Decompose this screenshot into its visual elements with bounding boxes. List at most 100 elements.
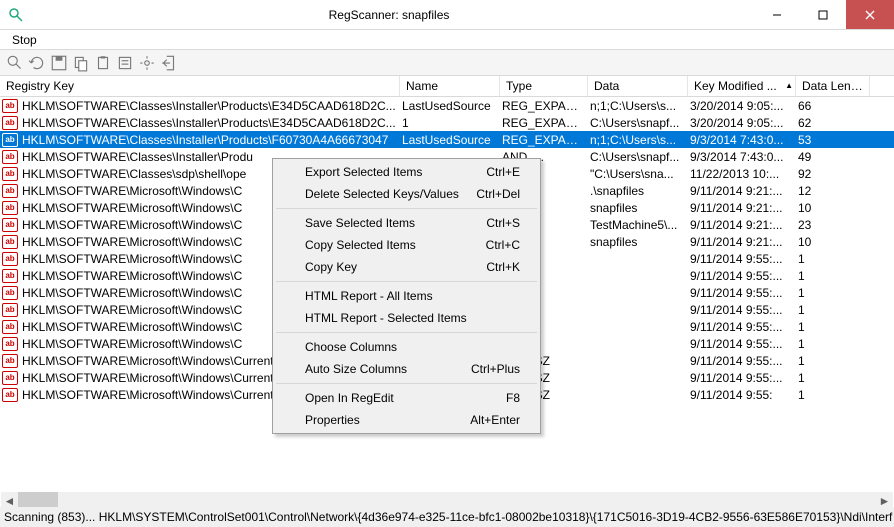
close-button[interactable] (846, 0, 894, 29)
cell-modified: 9/11/2014 9:21:... (688, 235, 796, 249)
col-header-name[interactable]: Name (400, 76, 500, 96)
string-value-icon: ab (2, 184, 18, 198)
refresh-icon[interactable] (28, 54, 46, 72)
context-menu-label: Save Selected Items (305, 216, 415, 230)
string-value-icon: ab (2, 371, 18, 385)
context-menu-item[interactable]: Save Selected Items Ctrl+S (275, 212, 538, 234)
cell-modified: 9/3/2014 7:43:0... (688, 150, 796, 164)
context-menu-label: HTML Report - All Items (305, 289, 433, 303)
cell-data: snapfiles (588, 235, 688, 249)
context-menu-shortcut: Alt+Enter (470, 413, 520, 427)
context-menu-separator (276, 281, 537, 282)
cell-modified: 3/20/2014 9:05:... (688, 99, 796, 113)
table-row[interactable]: abHKLM\SOFTWARE\Classes\Installer\Produc… (0, 97, 894, 114)
col-header-key[interactable]: Registry Key (0, 76, 400, 96)
context-menu-item[interactable]: Copy Selected Items Ctrl+C (275, 234, 538, 256)
cell-modified: 11/22/2013 10:... (688, 167, 796, 181)
context-menu-item[interactable]: HTML Report - Selected Items (275, 307, 538, 329)
cell-modified: 9/11/2014 9:55:... (688, 354, 796, 368)
cell-modified: 9/11/2014 9:55:... (688, 337, 796, 351)
context-menu-item[interactable]: Open In RegEdit F8 (275, 387, 538, 409)
string-value-icon: ab (2, 303, 18, 317)
context-menu-item[interactable]: Choose Columns (275, 336, 538, 358)
string-value-icon: ab (2, 269, 18, 283)
cell-length: 66 (796, 99, 870, 113)
string-value-icon: ab (2, 252, 18, 266)
col-header-length[interactable]: Data Length (796, 76, 870, 96)
col-header-type[interactable]: Type (500, 76, 588, 96)
menu-stop[interactable]: Stop (6, 31, 43, 49)
context-menu-shortcut: Ctrl+E (486, 165, 520, 179)
string-value-icon: ab (2, 320, 18, 334)
toolbar (0, 50, 894, 76)
tool-icon-1[interactable] (6, 54, 24, 72)
cell-length: 1 (796, 388, 870, 402)
cell-key: HKLM\SOFTWARE\Classes\Installer\Products… (20, 99, 400, 113)
cell-data: .\snapfiles (588, 184, 688, 198)
cell-length: 1 (796, 286, 870, 300)
cell-modified: 9/3/2014 7:43:0... (688, 133, 796, 147)
cell-length: 1 (796, 354, 870, 368)
context-menu-label: Copy Key (305, 260, 357, 274)
context-menu-item[interactable]: Export Selected ItemsCtrl+E (275, 161, 538, 183)
col-header-modified-label: Key Modified ... (694, 79, 777, 93)
context-menu-item[interactable]: Properties Alt+Enter (275, 409, 538, 431)
cell-data: "C:\Users\sna... (588, 167, 688, 181)
cell-data: C:\Users\snapf... (588, 116, 688, 130)
titlebar: RegScanner: snapfiles (0, 0, 894, 30)
string-value-icon: ab (2, 388, 18, 402)
cell-length: 53 (796, 133, 870, 147)
cell-length: 10 (796, 235, 870, 249)
cell-length: 1 (796, 337, 870, 351)
context-menu-shortcut: Ctrl+S (486, 216, 520, 230)
cell-modified: 9/11/2014 9:21:... (688, 184, 796, 198)
cell-modified: 9/11/2014 9:21:... (688, 201, 796, 215)
col-header-modified[interactable]: Key Modified ...▲ (688, 76, 796, 96)
context-menu-shortcut: Ctrl+C (486, 238, 520, 252)
context-menu-item[interactable]: Delete Selected Keys/Values Ctrl+Del (275, 183, 538, 205)
cell-data: TestMachine5\... (588, 218, 688, 232)
context-menu-shortcut: Ctrl+Plus (471, 362, 520, 376)
table-row[interactable]: abHKLM\SOFTWARE\Classes\Installer\Produc… (0, 114, 894, 131)
context-menu: Export Selected ItemsCtrl+EDelete Select… (272, 158, 541, 434)
cell-length: 1 (796, 303, 870, 317)
cell-modified: 3/20/2014 9:05:... (688, 116, 796, 130)
cell-key: HKLM\SOFTWARE\Classes\Installer\Products… (20, 133, 400, 147)
context-menu-shortcut: Ctrl+K (486, 260, 520, 274)
context-menu-item[interactable]: HTML Report - All Items (275, 285, 538, 307)
exit-icon[interactable] (160, 54, 178, 72)
cell-name: LastUsedSource (400, 99, 500, 113)
table-header: Registry Key Name Type Data Key Modified… (0, 76, 894, 97)
context-menu-item[interactable]: Auto Size Columns Ctrl+Plus (275, 358, 538, 380)
cell-data: C:\Users\snapf... (588, 150, 688, 164)
context-menu-label: Auto Size Columns (305, 362, 407, 376)
string-value-icon: ab (2, 354, 18, 368)
context-menu-label: Open In RegEdit (305, 391, 394, 405)
cell-name: 1 (400, 116, 500, 130)
minimize-button[interactable] (754, 0, 800, 29)
string-value-icon: ab (2, 286, 18, 300)
cell-modified: 9/11/2014 9:55: (688, 388, 796, 402)
statusbar: Scanning (853)... HKLM\SYSTEM\ControlSet… (0, 507, 894, 527)
options-icon[interactable] (138, 54, 156, 72)
context-menu-shortcut: F8 (506, 391, 520, 405)
context-menu-label: Choose Columns (305, 340, 397, 354)
properties-icon[interactable] (116, 54, 134, 72)
cell-length: 10 (796, 201, 870, 215)
col-header-data[interactable]: Data (588, 76, 688, 96)
cell-modified: 9/11/2014 9:55:... (688, 320, 796, 334)
context-menu-item[interactable]: Copy Key Ctrl+K (275, 256, 538, 278)
context-menu-label: Properties (305, 413, 360, 427)
cell-length: 1 (796, 269, 870, 283)
clipboard-icon[interactable] (94, 54, 112, 72)
context-menu-label: Delete Selected Keys/Values (305, 187, 459, 201)
cell-modified: 9/11/2014 9:55:... (688, 303, 796, 317)
context-menu-shortcut: Ctrl+Del (476, 187, 520, 201)
cell-length: 92 (796, 167, 870, 181)
context-menu-label: Copy Selected Items (305, 238, 416, 252)
copy-icon[interactable] (72, 54, 90, 72)
maximize-button[interactable] (800, 0, 846, 29)
string-value-icon: ab (2, 235, 18, 249)
table-row[interactable]: abHKLM\SOFTWARE\Classes\Installer\Produc… (0, 131, 894, 148)
save-icon[interactable] (50, 54, 68, 72)
